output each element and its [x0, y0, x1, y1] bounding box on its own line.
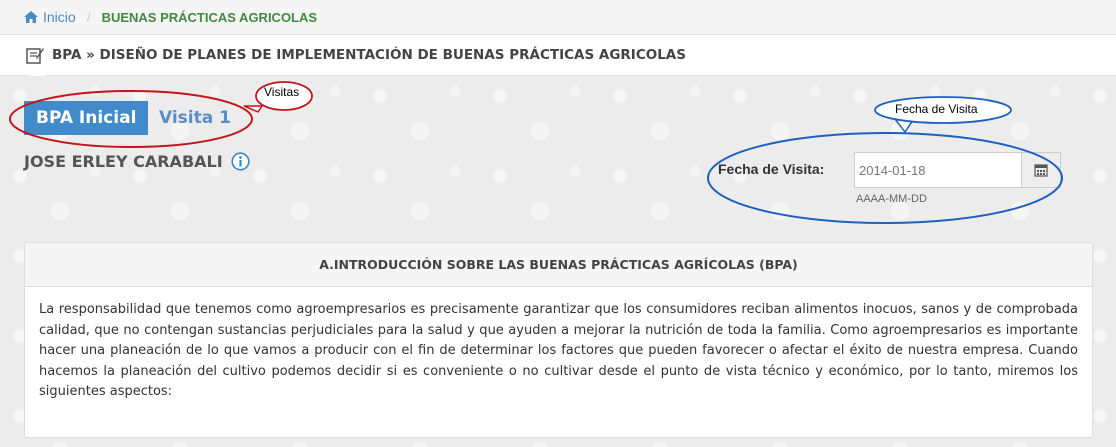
fecha-annotation-text: Fecha de Visita — [895, 102, 978, 116]
visit-date-format-hint: AAAA-MM-DD — [856, 193, 927, 205]
tab-visita-1[interactable]: Visita 1 — [159, 101, 231, 135]
producer-name: JOSE ERLEY CARABALI — [24, 152, 223, 171]
visit-date-group — [854, 152, 1061, 188]
breadcrumb-current: BUENAS PRÁCTICAS AGRICOLAS — [101, 9, 318, 25]
visitas-annotation-text: Visitas — [264, 85, 300, 99]
intro-panel-body: La responsabilidad que tenemos como agro… — [39, 302, 1078, 399]
page-header: BPA » DISEÑO DE PLANES DE IMPLEMENTACIÓN… — [0, 35, 1116, 76]
breadcrumb: Inicio / BUENAS PRÁCTICAS AGRICOLAS — [0, 0, 1116, 35]
intro-panel: A.INTRODUCCIÓN SOBRE LAS BUENAS PRÁCTICA… — [24, 242, 1093, 438]
tab-bpa-inicial[interactable]: BPA Inicial — [24, 101, 149, 135]
calendar-button[interactable] — [1021, 152, 1061, 188]
info-icon[interactable] — [231, 152, 250, 171]
breadcrumb-home-label: Inicio — [43, 9, 76, 25]
intro-panel-title: A.INTRODUCCIÓN SOBRE LAS BUENAS PRÁCTICA… — [25, 243, 1092, 287]
home-icon — [24, 11, 38, 23]
producer-name-row: JOSE ERLEY CARABALI — [24, 152, 250, 171]
breadcrumb-separator: / — [86, 9, 91, 25]
calendar-icon — [1034, 164, 1048, 177]
edit-document-icon — [26, 46, 44, 64]
breadcrumb-home-link[interactable]: Inicio — [24, 9, 76, 25]
visit-date-input[interactable] — [854, 152, 1021, 188]
page-title: BPA » DISEÑO DE PLANES DE IMPLEMENTACIÓN… — [52, 47, 686, 63]
visit-date-label: Fecha de Visita: — [718, 161, 825, 177]
